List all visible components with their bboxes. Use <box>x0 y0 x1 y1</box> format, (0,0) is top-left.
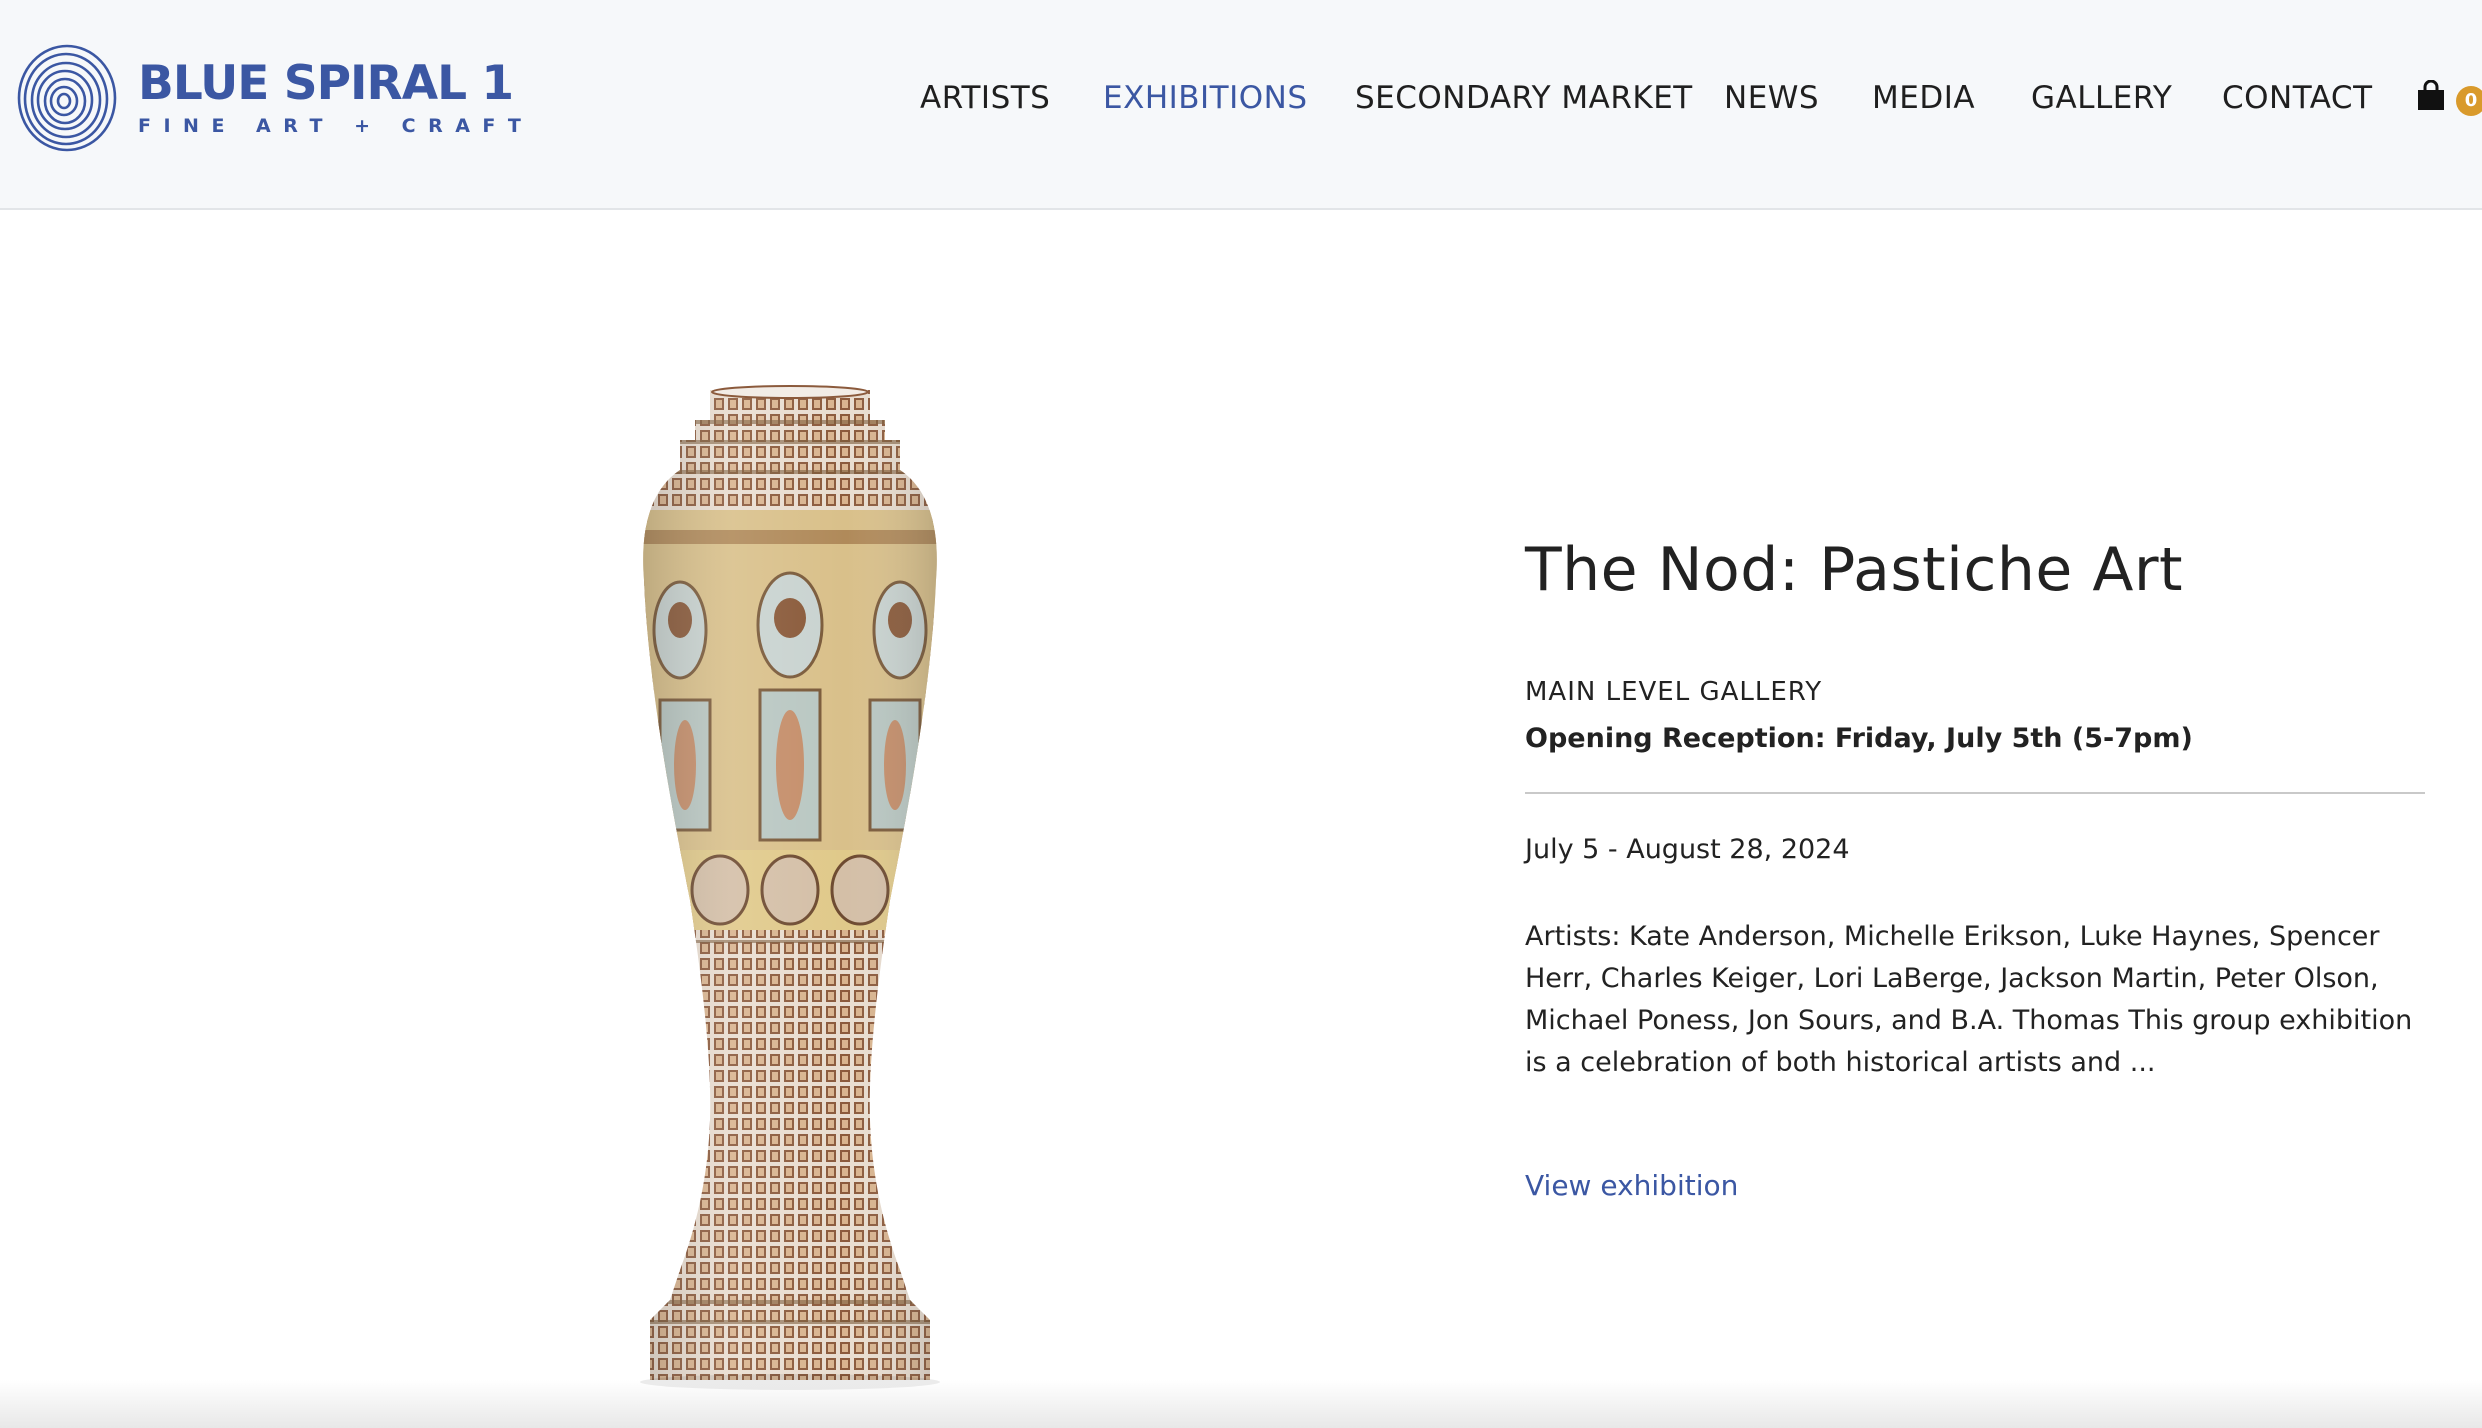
nav-item-contact[interactable]: CONTACT <box>2222 76 2373 120</box>
exhibition-title[interactable]: The Nod: Pastiche Art <box>1525 520 2425 620</box>
bottom-fade <box>0 1380 2482 1428</box>
divider <box>1525 792 2425 794</box>
logo-name: BLUE SPIRAL 1 <box>138 56 514 111</box>
exhibition-dates: July 5 - August 28, 2024 <box>1525 834 1850 865</box>
view-exhibition-link[interactable]: View exhibition <box>1525 1164 1738 1208</box>
shopping-bag-icon <box>2418 80 2444 110</box>
nav-item-media[interactable]: MEDIA <box>1872 76 1975 120</box>
opening-reception: Opening Reception: Friday, July 5th (5-7… <box>1525 723 2193 754</box>
cart-button[interactable]: 0 <box>2416 80 2482 120</box>
site-header: BLUE SPIRAL 1 FINE ART + CRAFT ARTISTS E… <box>0 0 2482 210</box>
exhibition-details: The Nod: Pastiche Art MAIN LEVEL GALLERY… <box>1525 520 2425 1208</box>
site-logo[interactable]: BLUE SPIRAL 1 FINE ART + CRAFT <box>16 43 533 153</box>
logo-tagline: FINE ART + CRAFT <box>138 115 534 137</box>
vase-artwork-image <box>640 385 940 1390</box>
nav-item-news[interactable]: NEWS <box>1724 76 1819 120</box>
nav-item-secondary-market[interactable]: SECONDARY MARKET <box>1355 76 1693 120</box>
cart-count-badge: 0 <box>2456 86 2482 116</box>
spiral-logo-icon <box>17 44 117 152</box>
nav-item-artists[interactable]: ARTISTS <box>920 76 1050 120</box>
exhibition-description: Artists: Kate Anderson, Michelle Erikson… <box>1525 921 2413 1078</box>
nav-item-exhibitions[interactable]: EXHIBITIONS <box>1103 76 1308 120</box>
nav-item-gallery[interactable]: GALLERY <box>2031 76 2172 120</box>
exhibition-location: MAIN LEVEL GALLERY <box>1525 677 1823 707</box>
exhibition-image[interactable] <box>600 380 980 1400</box>
